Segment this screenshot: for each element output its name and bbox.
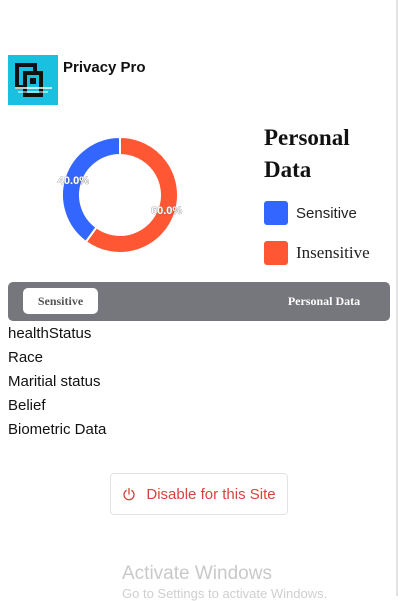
window-edge [396,0,398,596]
list-item: healthStatus [8,325,92,342]
power-icon [123,487,135,501]
tab-bar: Sensitive Personal Data [8,282,390,321]
donut-label-insensitive: 60.0% [151,205,182,217]
list-item: Maritial status [8,373,101,390]
list-item: Race [8,349,44,366]
activation-watermark-subtitle: Go to Settings to activate Windows. [122,586,328,601]
legend-item-sensitive: Sensitive [264,201,357,225]
legend-swatch-insensitive [264,241,288,265]
legend-swatch-sensitive [264,201,288,225]
donut-label-sensitive: 40.0% [58,175,89,187]
disable-for-site-button[interactable]: Disable for this Site [110,473,288,515]
logo-icon [15,63,52,97]
app-name: Privacy Pro [63,59,146,76]
app-logo [8,55,58,105]
personal-data-donut-chart: 40.0% 60.0% [57,135,183,254]
legend-label-insensitive: Insensitive [296,243,370,262]
activation-watermark-title: Activate Windows [122,563,272,584]
list-item: Belief [8,397,46,414]
tab-personal-data[interactable]: Personal Data [276,288,372,314]
list-item: Biometric Data [8,421,107,438]
tab-sensitive[interactable]: Sensitive [23,288,98,314]
legend-item-insensitive: Insensitive [264,241,370,265]
sensitive-data-list: healthStatus Race Maritial status Belief… [8,322,106,442]
disable-button-label: Disable for this Site [146,485,276,503]
donut-slice-sensitive [61,135,121,244]
brand-header: Privacy Pro [8,55,146,105]
legend-label-sensitive: Sensitive [296,204,357,222]
chart-legend-title: Personal Data [264,125,350,182]
